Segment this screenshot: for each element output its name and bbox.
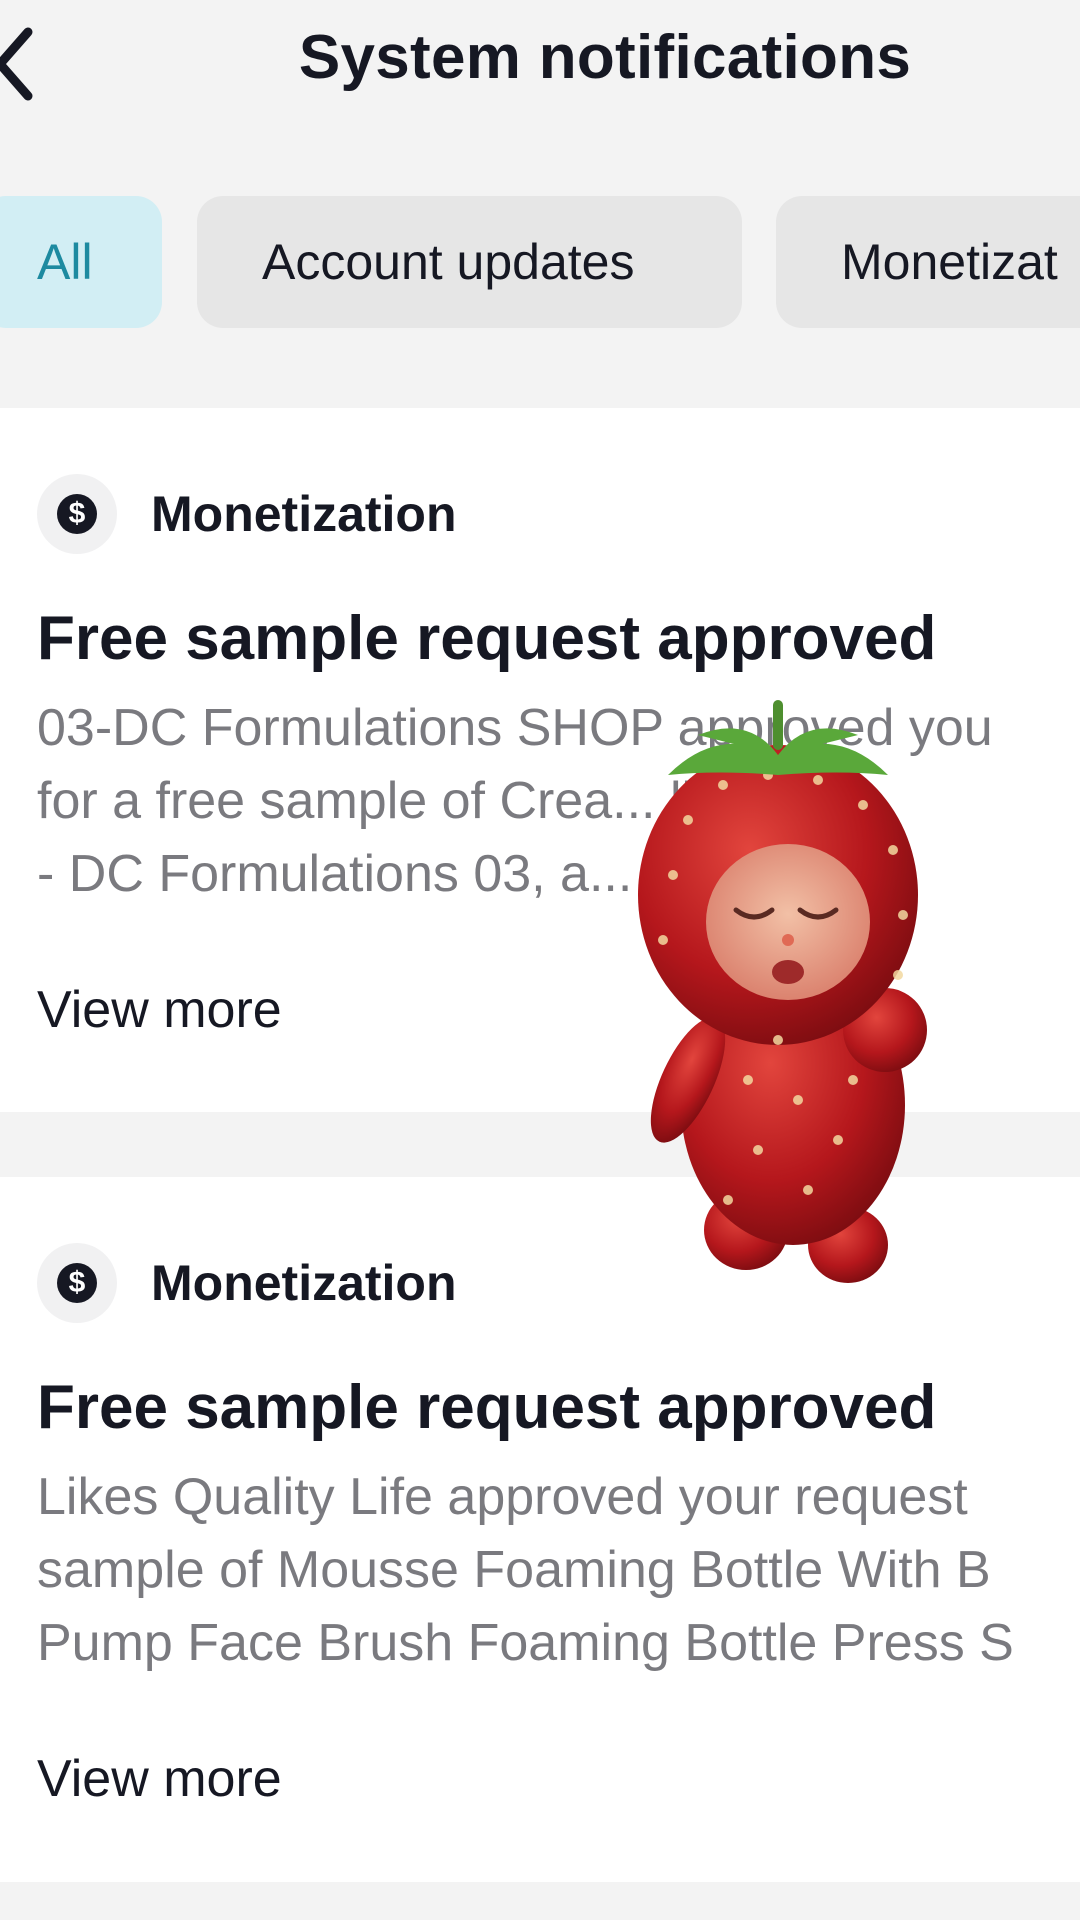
notification-title: Free sample request approved [37, 604, 937, 673]
filter-tabs: All Account updates Monetizat [0, 196, 1080, 328]
notification-card[interactable]: $ Monetization Free sample request appro… [0, 1177, 1080, 1882]
category-label: Monetization [151, 1255, 457, 1311]
dollar-icon: $ [57, 494, 97, 534]
notification-body: 03-DC Formulations SHOP approved you for … [37, 692, 1080, 911]
header: System notifications [0, 0, 1080, 130]
body-line: Likes Quality Life approved your request [37, 1468, 968, 1526]
body-line: for a free sample of Crea... lighter c [37, 772, 853, 830]
tab-account-updates[interactable]: Account updates [197, 196, 742, 328]
dollar-icon: $ [57, 1263, 97, 1303]
tab-monetization[interactable]: Monetizat [776, 196, 1080, 328]
body-line: 03-DC Formulations SHOP approved you [37, 699, 993, 757]
body-line: - DC Formulations 03, a... d you a [37, 845, 818, 903]
page-title: System notifications [298, 23, 912, 92]
view-more-link[interactable]: View more [37, 1749, 282, 1809]
category-label: Monetization [151, 486, 457, 542]
notification-title: Free sample request approved [37, 1373, 937, 1442]
category-row: $ Monetization [37, 1243, 457, 1323]
view-more-link[interactable]: View more [37, 980, 282, 1040]
category-icon-badge: $ [37, 474, 117, 554]
body-line: sample of Mousse Foaming Bottle With B [37, 1541, 991, 1599]
category-icon-badge: $ [37, 1243, 117, 1323]
notification-card[interactable]: $ Monetization Free sample request appro… [0, 408, 1080, 1112]
bottom-divider [0, 1882, 1080, 1920]
body-line: Pump Face Brush Foaming Bottle Press S [37, 1614, 1014, 1672]
category-row: $ Monetization [37, 474, 457, 554]
notification-body: Likes Quality Life approved your request… [37, 1461, 1080, 1680]
tab-all[interactable]: All [0, 196, 162, 328]
